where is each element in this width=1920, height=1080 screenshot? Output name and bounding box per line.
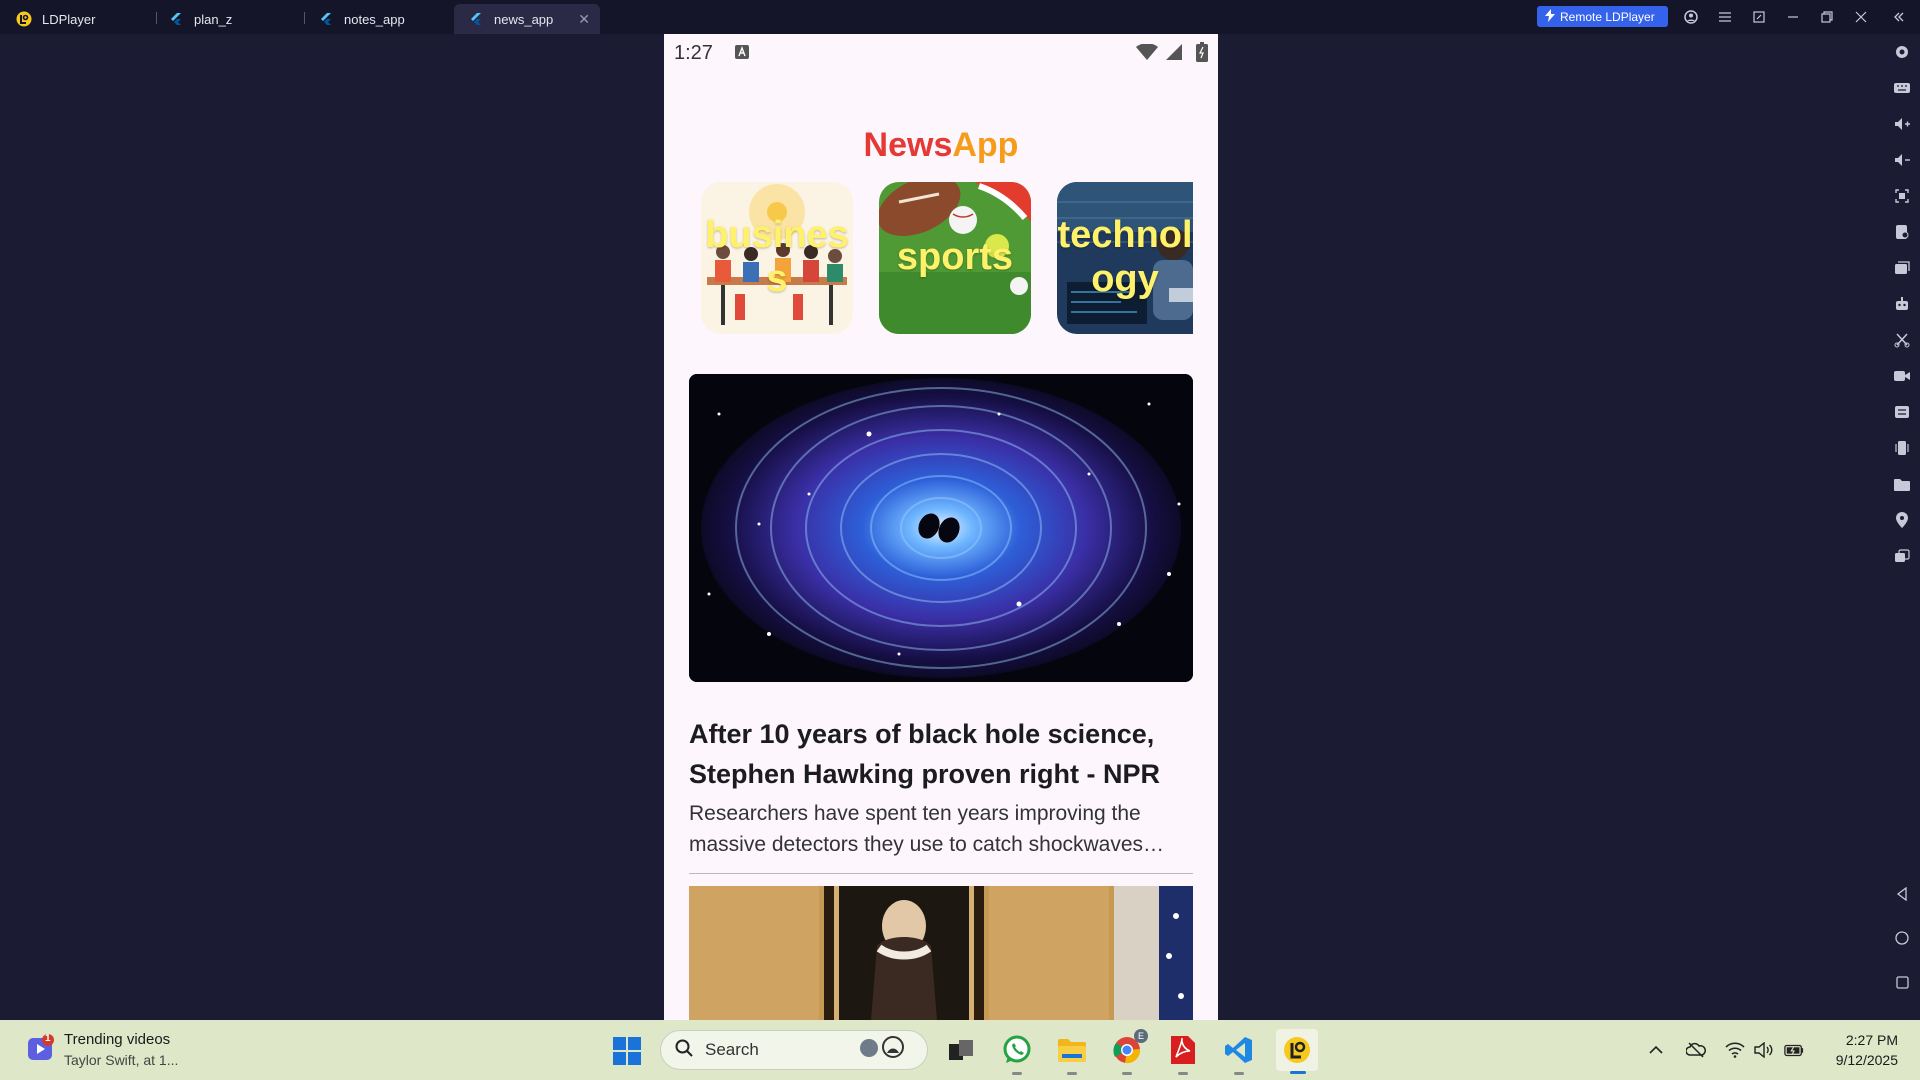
- shrink-window-icon[interactable]: [1748, 6, 1770, 28]
- whatsapp-icon[interactable]: [1000, 1033, 1034, 1075]
- notification-a-icon: [734, 44, 750, 65]
- menu-icon[interactable]: [1714, 6, 1736, 28]
- android-status-bar: 1:27: [664, 34, 1218, 70]
- flutter-icon: [168, 11, 184, 27]
- scissors-screenshot-icon[interactable]: [1894, 332, 1910, 348]
- acrobat-icon[interactable]: [1166, 1033, 1200, 1075]
- tab-label: notes_app: [344, 11, 405, 27]
- running-indicator: [1234, 1072, 1244, 1075]
- ldplayer-logo-icon: [16, 11, 32, 27]
- search-highlight-icon: [857, 1033, 915, 1068]
- cell-signal-icon: [1166, 44, 1182, 65]
- article-divider: [689, 873, 1193, 874]
- taskbar-clock[interactable]: 2:27 PM 9/12/2025: [1836, 1030, 1898, 1070]
- category-card-sports[interactable]: sports: [879, 182, 1031, 334]
- remote-ldplayer-label: Remote LDPlayer: [1560, 9, 1655, 24]
- taskbar-search-box[interactable]: Search: [660, 1030, 928, 1070]
- chrome-profile-badge: E: [1134, 1029, 1148, 1043]
- android-home-icon[interactable]: [1894, 930, 1910, 946]
- flutter-icon: [468, 11, 484, 27]
- battery-icon: [1196, 42, 1208, 67]
- search-icon: [675, 1039, 693, 1062]
- volume-down-icon[interactable]: [1894, 152, 1910, 168]
- lightning-icon: [1545, 8, 1555, 25]
- category-label: sports: [896, 236, 1014, 279]
- tab-news-app[interactable]: news_app ✕: [454, 4, 600, 34]
- windows-start-icon[interactable]: [612, 1036, 642, 1066]
- running-indicator: [1178, 1072, 1188, 1075]
- tab-label: plan_z: [194, 11, 233, 27]
- operation-record-icon[interactable]: [1894, 404, 1910, 420]
- trending-subtitle: Taylor Swift, at 1...: [64, 1052, 179, 1068]
- speaker-icon[interactable]: [1754, 1040, 1774, 1060]
- wifi-icon: [1136, 43, 1158, 65]
- app-title-app: App: [952, 126, 1019, 164]
- wifi-tray-icon[interactable]: [1725, 1040, 1745, 1060]
- article-image-black-hole[interactable]: [689, 374, 1193, 682]
- chrome-icon[interactable]: E: [1110, 1029, 1148, 1075]
- robot-macro-icon[interactable]: [1894, 296, 1910, 312]
- sync-instances-icon[interactable]: [1894, 548, 1910, 564]
- multi-instance-icon[interactable]: [1894, 260, 1910, 276]
- task-view-icon[interactable]: [944, 1033, 978, 1067]
- portrait-painting-image: [689, 886, 1193, 1020]
- minimize-icon[interactable]: [1782, 6, 1804, 28]
- android-back-icon[interactable]: [1894, 886, 1910, 902]
- vscode-icon[interactable]: [1222, 1033, 1256, 1075]
- keyboard-icon[interactable]: [1894, 80, 1910, 96]
- location-pin-icon[interactable]: [1894, 512, 1910, 528]
- tab-label: news_app: [494, 11, 554, 27]
- app-title-news: News: [863, 126, 953, 164]
- notification-badge: 1: [45, 1033, 51, 1044]
- emulator-title-bar: LDPlayer plan_z notes_app news_app ✕ Rem…: [0, 0, 1920, 34]
- collapse-sidebar-icon[interactable]: [1888, 6, 1910, 28]
- remote-ldplayer-button[interactable]: Remote LDPlayer: [1537, 6, 1668, 27]
- emulator-side-toolbar: [1884, 34, 1920, 1020]
- android-screen: 1:27 NewsApp business sports technology …: [664, 34, 1218, 1020]
- search-placeholder: Search: [705, 1040, 759, 1059]
- tab-label: LDPlayer: [42, 11, 96, 27]
- record-video-icon[interactable]: [1894, 368, 1910, 384]
- running-indicator: [1122, 1072, 1132, 1075]
- shared-folder-icon[interactable]: [1894, 476, 1910, 492]
- account-icon[interactable]: [1680, 6, 1702, 28]
- article-description: Researchers have spent ten years improvi…: [689, 802, 1165, 856]
- category-card-technology[interactable]: technology: [1057, 182, 1193, 334]
- fullscreen-icon[interactable]: [1894, 188, 1910, 204]
- tab-notes-app[interactable]: notes_app: [304, 4, 452, 34]
- restore-icon[interactable]: [1816, 6, 1838, 28]
- trending-title: Trending videos: [64, 1031, 171, 1048]
- black-hole-image: [689, 374, 1193, 682]
- category-card-business[interactable]: business: [701, 182, 853, 334]
- install-apk-icon[interactable]: [1894, 224, 1910, 240]
- ldplayer-taskbar-icon[interactable]: [1276, 1029, 1318, 1074]
- clock-time: 2:27 PM: [1845, 1032, 1898, 1048]
- volume-up-icon[interactable]: [1894, 116, 1910, 132]
- trending-videos-icon[interactable]: 1: [26, 1033, 56, 1064]
- app-title: NewsApp: [664, 126, 1218, 165]
- running-indicator: [1067, 1072, 1077, 1075]
- tab-ldplayer[interactable]: LDPlayer: [2, 4, 152, 34]
- close-tab-icon[interactable]: ✕: [578, 11, 590, 28]
- category-label: business: [705, 214, 849, 300]
- android-recents-icon[interactable]: [1894, 974, 1910, 990]
- clock-date: 9/12/2025: [1835, 1052, 1898, 1068]
- trending-widget[interactable]: Trending videos Taylor Swift, at 1...: [64, 1030, 178, 1070]
- close-window-icon[interactable]: [1850, 6, 1872, 28]
- onedrive-offline-icon[interactable]: [1686, 1040, 1706, 1060]
- windows-taskbar: 1 Trending videos Taylor Swift, at 1... …: [0, 1020, 1920, 1080]
- status-clock: 1:27: [674, 42, 713, 64]
- settings-gear-icon[interactable]: [1894, 44, 1910, 60]
- tab-plan-z[interactable]: plan_z: [154, 4, 302, 34]
- shake-icon[interactable]: [1894, 440, 1910, 456]
- article-image-portrait[interactable]: [689, 886, 1193, 1020]
- active-indicator: [1290, 1071, 1306, 1074]
- running-indicator: [1012, 1072, 1022, 1075]
- show-hidden-icons-chevron-icon[interactable]: [1646, 1040, 1666, 1060]
- file-explorer-icon[interactable]: [1055, 1033, 1089, 1075]
- battery-charging-icon[interactable]: [1784, 1040, 1804, 1060]
- flutter-icon: [318, 11, 334, 27]
- category-label: technology: [1057, 214, 1193, 300]
- article-title[interactable]: After 10 years of black hole science, St…: [689, 714, 1193, 794]
